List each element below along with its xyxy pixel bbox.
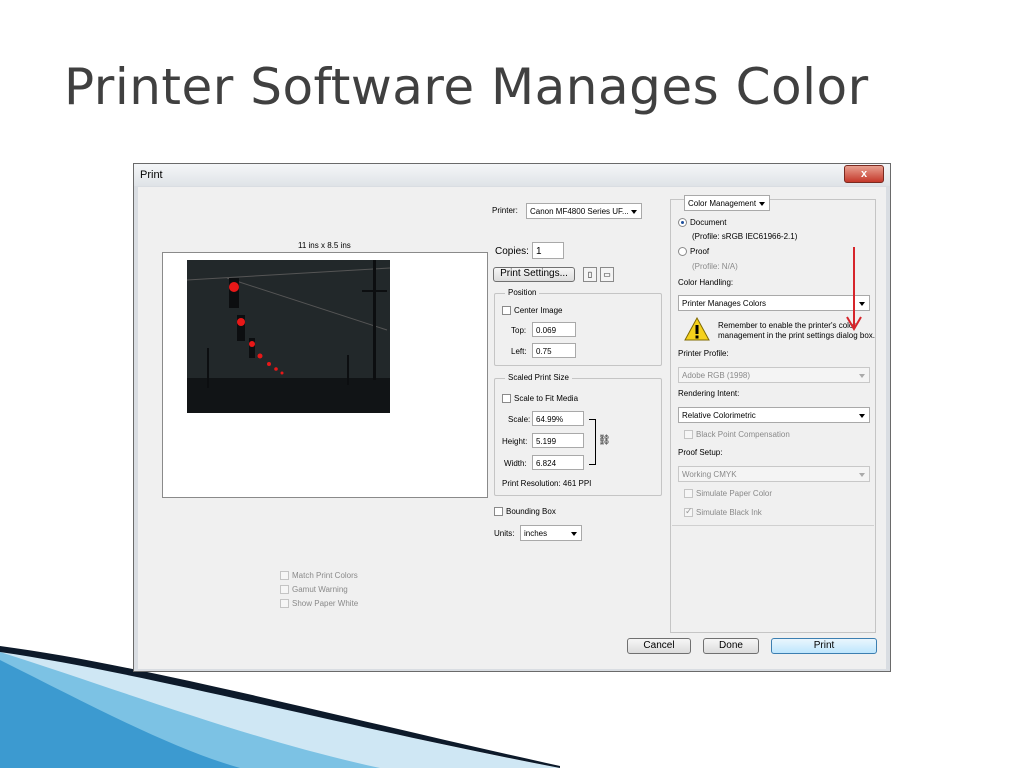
center-image-checkbox[interactable] bbox=[502, 306, 511, 315]
rendering-intent-value: Relative Colorimetric bbox=[682, 411, 756, 420]
proof-label: Proof bbox=[690, 247, 710, 256]
done-button[interactable]: Done bbox=[703, 638, 759, 654]
dialog-title: Print bbox=[140, 169, 163, 181]
simulate-paper-label: Simulate Paper Color bbox=[696, 489, 773, 498]
units-value: inches bbox=[524, 529, 548, 538]
copies-input[interactable]: 1 bbox=[532, 242, 564, 259]
scaled-print-size-title: Scaled Print Size bbox=[505, 373, 572, 382]
scale-input[interactable]: 64.99% bbox=[532, 411, 584, 426]
color-management-value: Color Management bbox=[688, 199, 757, 208]
units-label: Units: bbox=[494, 529, 515, 538]
top-label: Top: bbox=[511, 326, 527, 335]
chevron-down-icon bbox=[571, 532, 577, 536]
document-label: Document bbox=[690, 218, 727, 227]
left-label: Left: bbox=[511, 347, 527, 356]
printer-select[interactable]: Canon MF4800 Series UF... bbox=[526, 203, 642, 219]
print-button[interactable]: Print bbox=[771, 638, 877, 654]
panel-divider bbox=[672, 525, 874, 526]
center-image-label: Center Image bbox=[514, 306, 563, 315]
top-input[interactable]: 0.069 bbox=[532, 322, 576, 337]
preview-image[interactable] bbox=[187, 260, 390, 413]
proof-radio[interactable] bbox=[678, 247, 687, 256]
printer-value: Canon MF4800 Series UF... bbox=[530, 207, 629, 216]
portrait-orientation-icon[interactable]: ▯ bbox=[583, 267, 597, 282]
simulate-ink-label: Simulate Black Ink bbox=[696, 508, 762, 517]
proof-profile: (Profile: N/A) bbox=[692, 262, 738, 271]
dialog-body: 11 ins x 8.5 ins Match Print Colors Gamu… bbox=[138, 187, 886, 669]
proof-setup-label: Proof Setup: bbox=[678, 448, 723, 457]
height-input[interactable]: 5.199 bbox=[532, 433, 584, 448]
document-radio[interactable] bbox=[678, 218, 687, 227]
print-settings-button[interactable]: Print Settings... bbox=[493, 267, 575, 282]
simulate-paper-checkbox[interactable] bbox=[684, 489, 693, 498]
width-label: Width: bbox=[504, 459, 527, 468]
color-handling-select[interactable]: Printer Manages Colors bbox=[678, 295, 870, 311]
gamut-warning-label: Gamut Warning bbox=[292, 585, 348, 594]
color-management-select[interactable]: Color Management bbox=[684, 195, 770, 211]
chevron-down-icon bbox=[631, 210, 637, 214]
printer-profile-select[interactable]: Adobe RGB (1998) bbox=[678, 367, 870, 383]
position-title: Position bbox=[505, 288, 540, 297]
scale-to-fit-label: Scale to Fit Media bbox=[514, 394, 579, 403]
slide-title: Printer Software Manages Color bbox=[64, 58, 869, 116]
copies-label: Copies: bbox=[495, 246, 529, 257]
proof-setup-value: Working CMYK bbox=[682, 470, 737, 479]
close-button[interactable]: x bbox=[844, 165, 884, 183]
close-icon: x bbox=[860, 168, 868, 180]
printer-profile-label: Printer Profile: bbox=[678, 349, 729, 358]
dialog-titlebar: Print x bbox=[134, 164, 890, 186]
gamut-warning-checkbox[interactable] bbox=[280, 585, 289, 594]
red-arrow-icon bbox=[846, 247, 862, 331]
simulate-ink-checkbox[interactable] bbox=[684, 506, 693, 517]
proof-setup-select[interactable]: Working CMYK bbox=[678, 466, 870, 482]
cancel-button[interactable]: Cancel bbox=[627, 638, 691, 654]
bounding-box-checkbox[interactable] bbox=[494, 507, 503, 516]
width-input[interactable]: 6.824 bbox=[532, 455, 584, 470]
show-paper-white-checkbox[interactable] bbox=[280, 599, 289, 608]
rendering-intent-label: Rendering Intent: bbox=[678, 389, 740, 398]
color-handling-value: Printer Manages Colors bbox=[682, 299, 767, 308]
color-handling-label: Color Handling: bbox=[678, 278, 734, 287]
printer-profile-value: Adobe RGB (1998) bbox=[682, 371, 751, 380]
document-profile: (Profile: sRGB IEC61966-2.1) bbox=[692, 232, 798, 241]
black-point-label: Black Point Compensation bbox=[696, 430, 790, 439]
chevron-down-icon bbox=[759, 202, 765, 206]
scale-label: Scale: bbox=[508, 415, 531, 424]
units-select[interactable]: inches bbox=[520, 525, 582, 541]
landscape-orientation-icon[interactable]: ▭ bbox=[600, 267, 614, 282]
preview-size-label: 11 ins x 8.5 ins bbox=[298, 241, 351, 250]
chevron-down-icon bbox=[859, 374, 865, 378]
traffic-light-photo bbox=[187, 260, 390, 413]
print-dialog: Print x 11 ins x 8.5 ins Match Print Col… bbox=[133, 163, 891, 672]
print-resolution-label: Print Resolution: 461 PPI bbox=[502, 479, 592, 488]
link-bracket bbox=[589, 419, 596, 465]
black-point-checkbox[interactable] bbox=[684, 430, 693, 439]
match-print-colors-label: Match Print Colors bbox=[292, 571, 358, 580]
link-icon[interactable]: ⛓ bbox=[598, 435, 611, 446]
chevron-down-icon bbox=[859, 473, 865, 477]
match-print-colors-checkbox[interactable] bbox=[280, 571, 289, 580]
left-input[interactable]: 0.75 bbox=[532, 343, 576, 358]
print-preview[interactable] bbox=[162, 252, 488, 498]
warning-icon bbox=[684, 317, 710, 341]
show-paper-white-label: Show Paper White bbox=[292, 599, 359, 608]
rendering-intent-select[interactable]: Relative Colorimetric bbox=[678, 407, 870, 423]
chevron-down-icon bbox=[859, 414, 865, 418]
bounding-box-label: Bounding Box bbox=[506, 507, 556, 516]
warning-text-line1: Remember to enable the printer's color bbox=[718, 321, 857, 330]
scale-to-fit-checkbox[interactable] bbox=[502, 394, 511, 403]
printer-label: Printer: bbox=[492, 206, 518, 215]
height-label: Height: bbox=[502, 437, 528, 446]
position-group: Position Center Image Top: 0.069 Left: 0… bbox=[494, 288, 662, 366]
scaled-print-size-group: Scaled Print Size Scale to Fit Media Sca… bbox=[494, 373, 662, 496]
